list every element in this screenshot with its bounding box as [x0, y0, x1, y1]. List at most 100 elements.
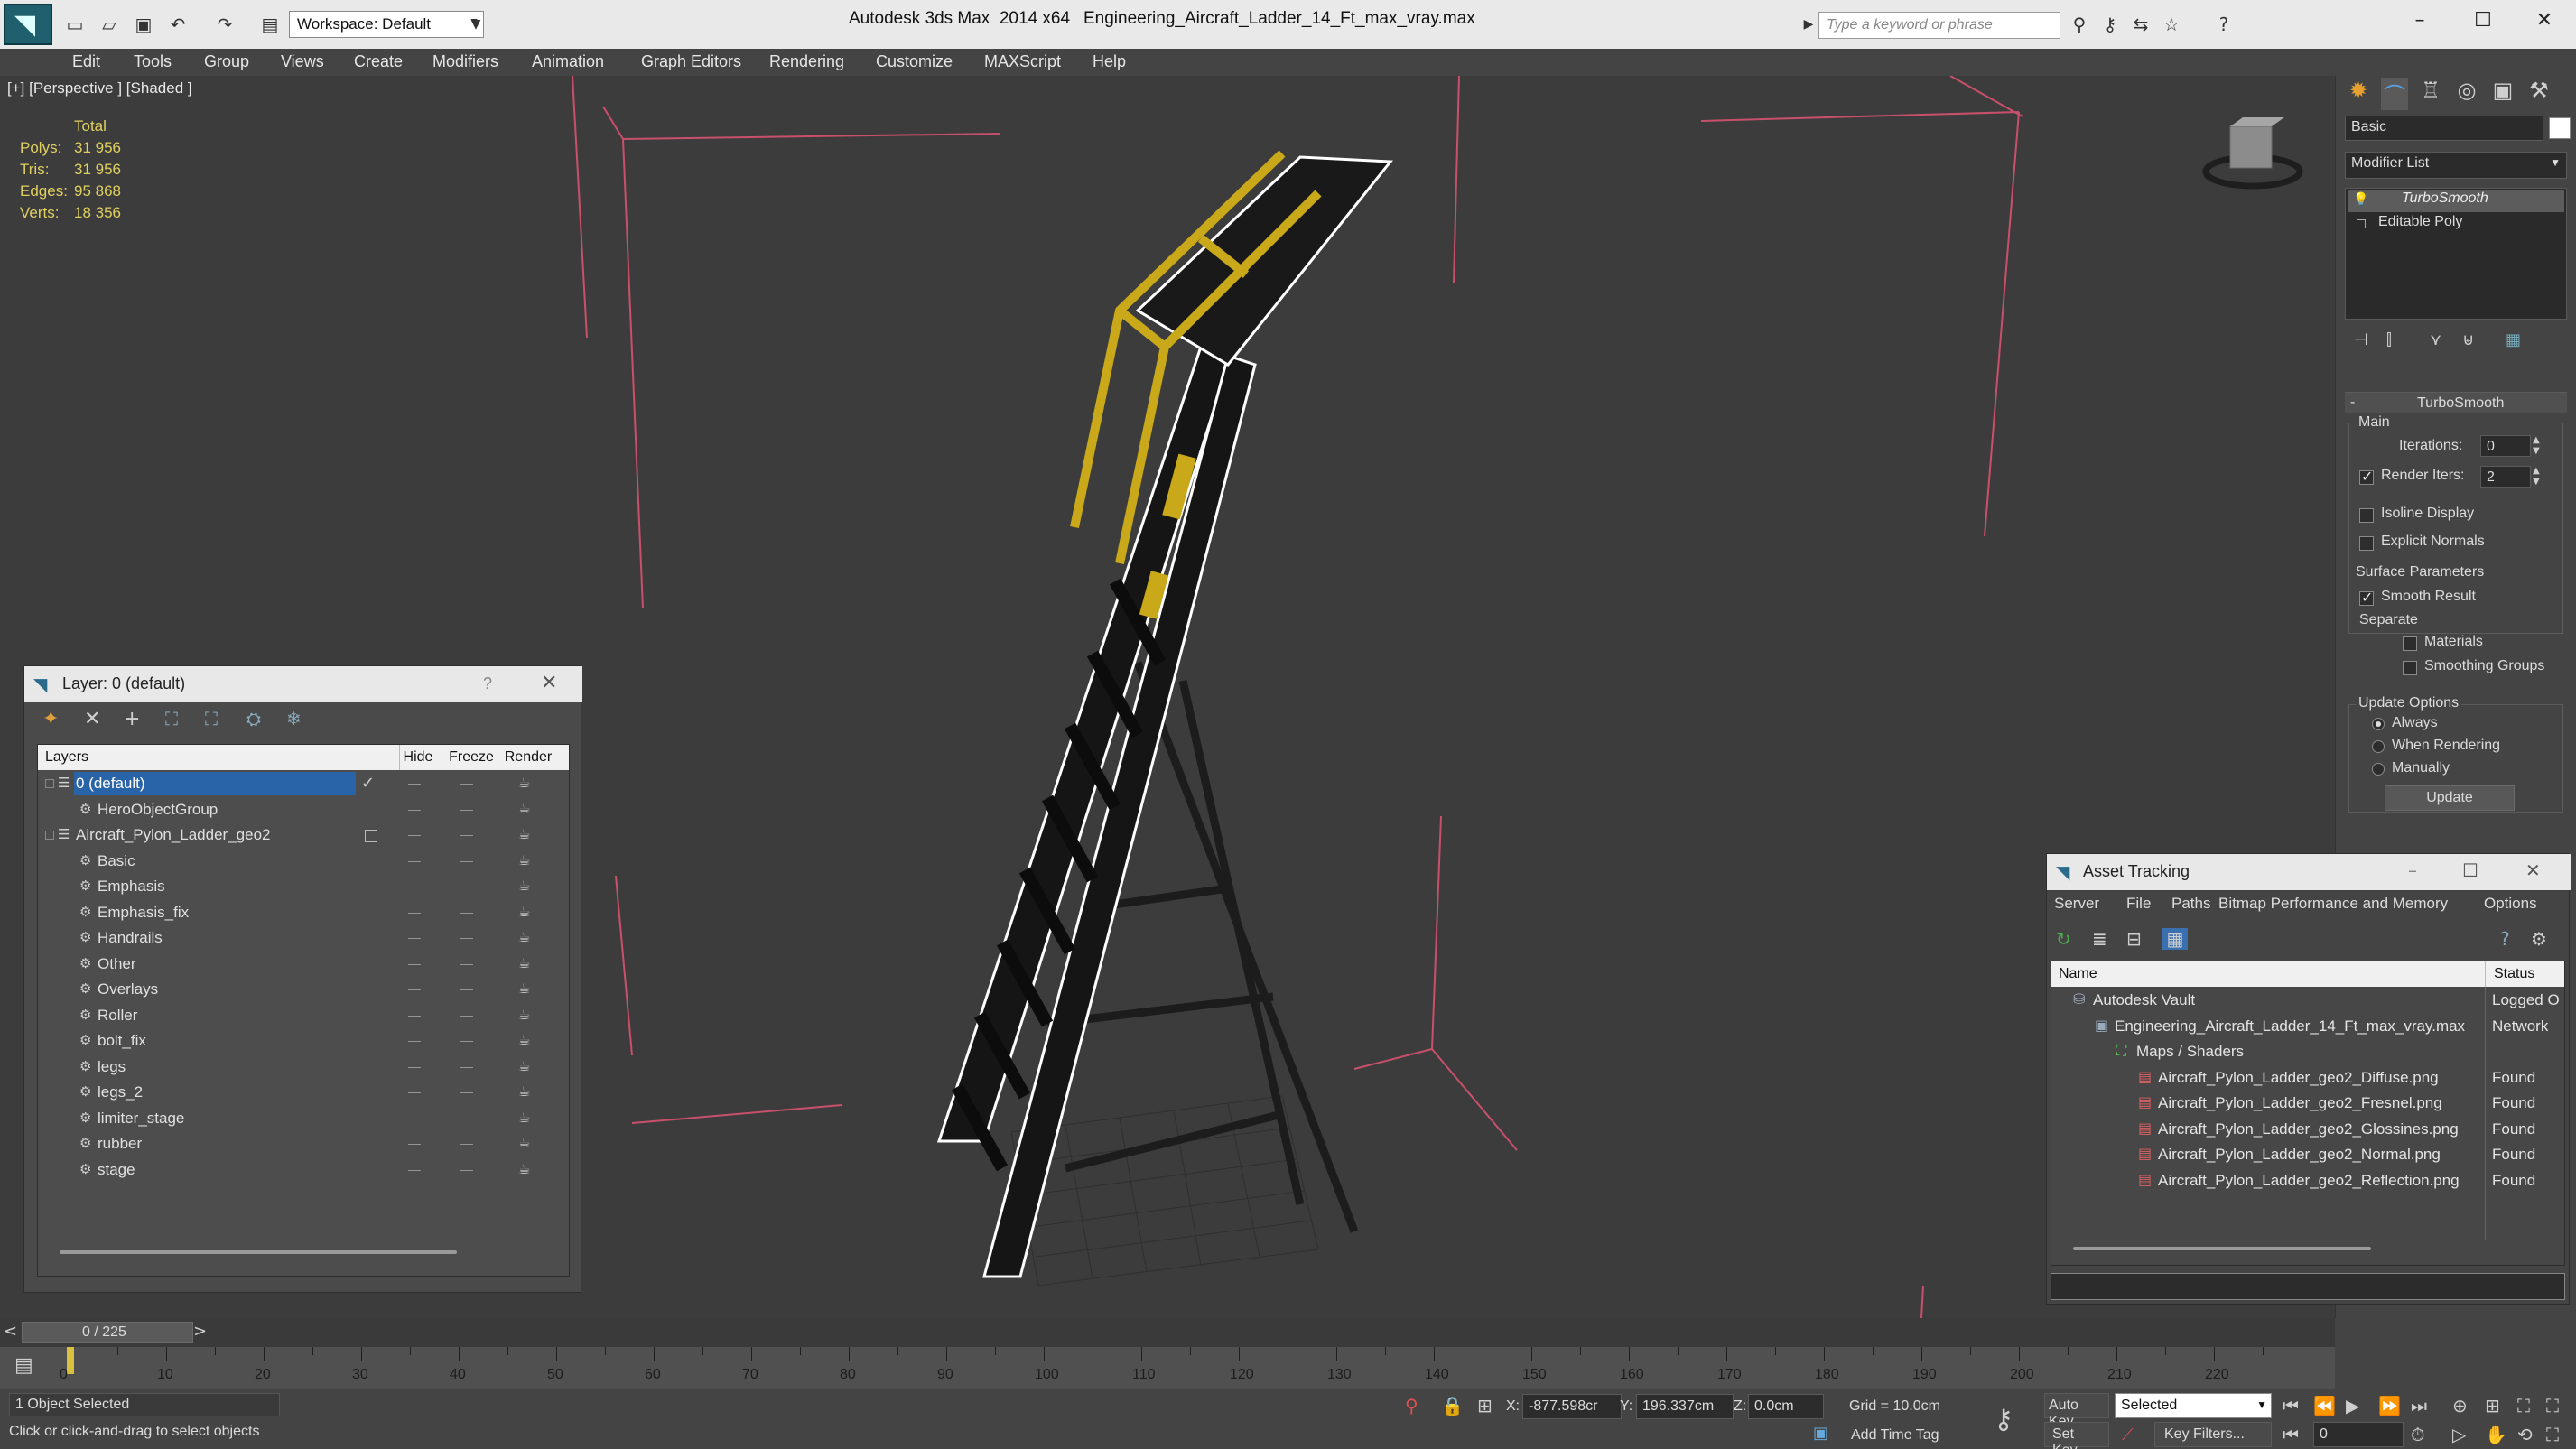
object-name-field[interactable]: Basic [2345, 116, 2543, 141]
configure-sets-icon[interactable]: ▦ [2506, 330, 2521, 349]
menu-graph-editors[interactable]: Graph Editors [641, 52, 741, 71]
freeze-toggle[interactable]: — [460, 1136, 473, 1150]
help-icon[interactable]: ? [2500, 928, 2510, 950]
zoom-icon[interactable]: ⊕ [2452, 1395, 2468, 1416]
layer-name[interactable]: Other [96, 952, 356, 976]
create-tab-icon[interactable]: ✹ [2345, 78, 2372, 110]
time-slider[interactable]: < 0 / 225 > [0, 1318, 2335, 1347]
render-teapot-icon[interactable]: ☕ [518, 1161, 530, 1177]
current-layer-check-icon[interactable]: ✓ [361, 774, 375, 793]
binoculars-icon[interactable]: ⚲ [2068, 13, 2091, 36]
col-render[interactable]: Render [500, 749, 556, 766]
render-teapot-icon[interactable]: ☕ [518, 1058, 530, 1074]
explicit-normals-checkbox[interactable] [2359, 536, 2374, 551]
freeze-toggle[interactable]: — [460, 1008, 473, 1022]
render-teapot-icon[interactable]: ☕ [518, 929, 530, 945]
orbit-icon[interactable]: ⟲ [2517, 1424, 2533, 1445]
go-to-end-icon[interactable]: ⏭ [2411, 1395, 2427, 1416]
new-file-icon[interactable]: ▭ [63, 13, 87, 36]
render-iters-checkbox[interactable] [2359, 468, 2374, 485]
hide-toggle[interactable]: — [408, 1008, 421, 1022]
layer-row[interactable]: ⚙ Overlays — — ☕ [38, 978, 567, 1003]
next-key-icon[interactable]: ⏩ [2378, 1395, 2401, 1416]
help-icon[interactable]: ? [2212, 13, 2236, 36]
minimize-icon[interactable]: – [2408, 859, 2417, 881]
tree-view-icon[interactable]: ⊟ [2126, 928, 2142, 950]
asset-menu-server[interactable]: Server [2054, 895, 2099, 913]
layer-name[interactable]: rubber [96, 1132, 356, 1156]
freeze-toggle[interactable]: — [460, 1059, 473, 1073]
redo-icon[interactable]: ↷ [213, 13, 237, 36]
layer-row[interactable]: ⚙ bolt_fix — — ☕ [38, 1029, 567, 1054]
layer-row[interactable]: ☰ Aircraft_Pylon_Ladder_geo2 — — ☕ [38, 823, 567, 849]
freeze-toggle[interactable]: — [460, 1033, 473, 1047]
render-teapot-icon[interactable]: ☕ [518, 878, 530, 894]
layer-name[interactable]: Overlays [96, 978, 356, 1001]
freeze-toggle[interactable]: — [460, 956, 473, 971]
menu-customize[interactable]: Customize [876, 52, 953, 71]
asset-row[interactable]: ⛁ Autodesk Vault Logged O [2051, 989, 2564, 1014]
close-icon[interactable]: ✕ [2519, 5, 2570, 36]
maximize-viewport-icon[interactable]: ⛶ [2546, 1424, 2559, 1445]
current-layer-box[interactable] [365, 830, 377, 842]
render-teapot-icon[interactable]: ☕ [518, 904, 530, 920]
col-freeze[interactable]: Freeze [446, 749, 497, 766]
zoom-extents-icon[interactable]: ⛶ [2517, 1395, 2530, 1416]
help-icon[interactable]: ? [483, 674, 492, 693]
next-frame-icon[interactable]: > [193, 1322, 207, 1341]
always-radio[interactable] [2372, 718, 2385, 730]
layer-name[interactable]: Roller [96, 1004, 356, 1027]
freeze-toggle[interactable]: — [460, 981, 473, 996]
layer-name[interactable]: Aircraft_Pylon_Ladder_geo2 [74, 823, 356, 847]
layer-row[interactable]: ⚙ rubber — — ☕ [38, 1132, 567, 1157]
menu-create[interactable]: Create [354, 52, 403, 71]
undo-icon[interactable]: ↶ [166, 13, 190, 36]
hide-toggle[interactable]: — [408, 905, 421, 919]
hide-all-icon[interactable]: ⛭ [246, 708, 261, 729]
add-to-layer-icon[interactable]: + [124, 708, 140, 730]
hide-toggle[interactable]: — [408, 776, 421, 790]
close-icon[interactable]: ✕ [2525, 859, 2541, 881]
layer-row[interactable]: ⚙ Handrails — — ☕ [38, 926, 567, 952]
viewport-label[interactable]: [+] [Perspective ] [Shaded ] [7, 79, 192, 98]
col-status[interactable]: Status [2494, 966, 2534, 982]
freeze-toggle[interactable]: — [460, 930, 473, 944]
render-teapot-icon[interactable]: ☕ [518, 1083, 530, 1100]
layer-row[interactable]: ⚙ Roller — — ☕ [38, 1004, 567, 1029]
horizontal-scrollbar[interactable] [2073, 1247, 2371, 1250]
expand-icon[interactable] [45, 831, 54, 840]
layer-name[interactable]: 0 (default) [74, 772, 356, 795]
list-view-icon[interactable]: ≣ [2092, 928, 2107, 950]
maximize-icon[interactable]: ☐ [2458, 5, 2508, 36]
create-layer-icon[interactable]: ✦ [42, 708, 59, 730]
menu-tools[interactable]: Tools [134, 52, 172, 71]
render-teapot-icon[interactable]: ☕ [518, 1032, 530, 1048]
track-bar[interactable]: ▤ 0 10 20 30 40 50 60 70 80 90 100 110 120 130 140 150 1… [0, 1347, 2335, 1389]
hide-toggle[interactable]: — [408, 1059, 421, 1073]
freeze-toggle[interactable]: — [460, 1110, 473, 1125]
isoline-checkbox[interactable] [2359, 508, 2374, 523]
expand-icon[interactable] [2357, 219, 2366, 228]
render-teapot-icon[interactable]: ☕ [518, 826, 530, 842]
highlight-layer-icon[interactable]: ⛶ [205, 708, 218, 729]
time-configuration-icon[interactable]: ⏱ [2411, 1424, 2425, 1445]
spinner-arrows-icon[interactable]: ▲ ▼ [2533, 435, 2540, 457]
col-hide[interactable]: Hide [395, 749, 441, 766]
menu-maxscript[interactable]: MAXScript [984, 52, 1061, 71]
key-icon[interactable]: ⚷ [2098, 13, 2122, 36]
object-color-swatch[interactable] [2549, 117, 2571, 139]
layer-row[interactable]: ⚙ Other — — ☕ [38, 952, 567, 978]
turbosmooth-rollout-header[interactable]: - TurboSmooth [2345, 392, 2567, 413]
hide-toggle[interactable]: — [408, 878, 421, 893]
manually-radio[interactable] [2372, 763, 2385, 776]
z-coordinate-field[interactable]: 0.0cm [1748, 1394, 1824, 1419]
settings-icon[interactable]: ⚙ [2531, 928, 2547, 950]
render-teapot-icon[interactable]: ☕ [518, 980, 530, 997]
menu-animation[interactable]: Animation [532, 52, 604, 71]
layer-row[interactable]: ⚙ legs_2 — — ☕ [38, 1081, 567, 1106]
freeze-toggle[interactable]: — [460, 905, 473, 919]
previous-frame-icon[interactable]: < [4, 1322, 17, 1341]
asset-row[interactable]: ▤ Aircraft_Pylon_Ladder_geo2_Fresnel.png F… [2051, 1091, 2564, 1117]
render-teapot-icon[interactable]: ☕ [518, 1007, 530, 1023]
x-coordinate-field[interactable]: -877.598cr [1522, 1394, 1622, 1419]
